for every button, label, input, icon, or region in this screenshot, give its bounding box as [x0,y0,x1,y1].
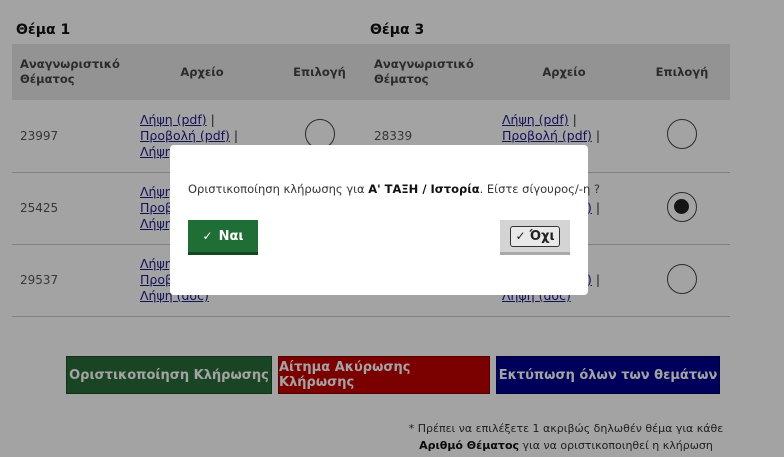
confirm-message-target: Α' ΤΑΞΗ / Ιστορία [368,182,480,196]
confirm-yes-button[interactable]: ✓ Ναι [188,220,258,255]
check-icon: ✓ [202,229,213,243]
confirm-message: Οριστικοποίηση κλήρωσης για Α' ΤΑΞΗ / Ισ… [188,182,600,196]
check-icon: ✓ [515,229,526,243]
confirm-dialog: Οριστικοποίηση κλήρωσης για Α' ΤΑΞΗ / Ισ… [170,145,600,295]
confirm-message-suffix: . Είστε σίγουρος/-η ? [479,182,600,196]
yes-label: Ναι [218,228,244,244]
page: Θέμα 1 Αναγνωριστικό Θέματος Αρχείο Επιλ… [0,0,784,457]
no-label: Όχι [529,228,555,244]
confirm-no-button[interactable]: ✓ Όχι [500,220,570,255]
confirm-message-prefix: Οριστικοποίηση κλήρωσης για [188,182,369,196]
no-button-focus: ✓ Όχι [510,225,560,247]
